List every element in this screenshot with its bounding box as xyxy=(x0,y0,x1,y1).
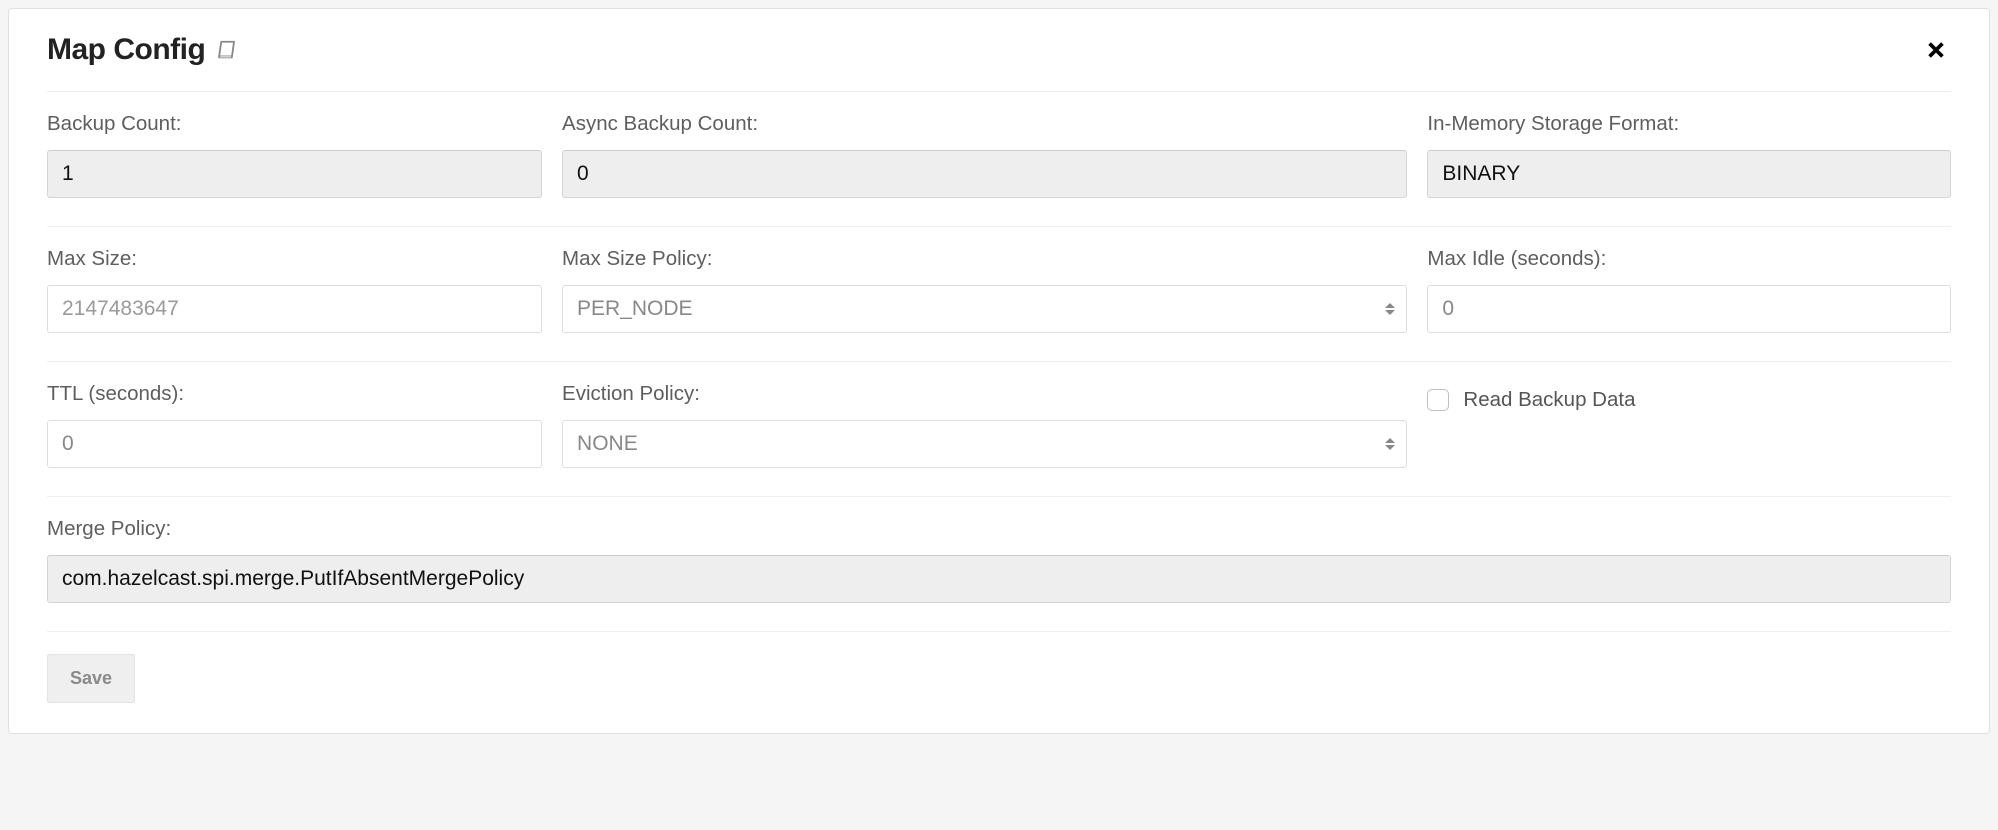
ttl-input[interactable] xyxy=(47,420,542,468)
title-wrap: Map Config xyxy=(47,33,239,67)
max-size-policy-col: Max Size Policy: xyxy=(562,247,1407,333)
close-icon xyxy=(1925,39,1947,61)
max-size-input[interactable] xyxy=(47,285,542,333)
book-icon[interactable] xyxy=(217,39,239,61)
max-idle-input[interactable] xyxy=(1427,285,1951,333)
read-backup-wrap: Read Backup Data xyxy=(1427,382,1951,412)
read-backup-label: Read Backup Data xyxy=(1463,388,1635,412)
in-memory-format-col: In-Memory Storage Format: xyxy=(1427,112,1951,198)
map-config-panel: Map Config Backup Count: Async Backup Co… xyxy=(8,8,1990,734)
in-memory-format-field xyxy=(1427,150,1951,198)
max-idle-label: Max Idle (seconds): xyxy=(1427,247,1951,271)
backup-count-label: Backup Count: xyxy=(47,112,542,136)
async-backup-count-col: Async Backup Count: xyxy=(562,112,1407,198)
form-row-1: Backup Count: Async Backup Count: In-Mem… xyxy=(47,92,1951,227)
max-size-policy-select-wrap xyxy=(562,285,1407,333)
eviction-policy-label: Eviction Policy: xyxy=(562,382,1407,406)
merge-policy-field xyxy=(47,555,1951,603)
ttl-label: TTL (seconds): xyxy=(47,382,542,406)
max-size-policy-label: Max Size Policy: xyxy=(562,247,1407,271)
in-memory-format-label: In-Memory Storage Format: xyxy=(1427,112,1951,136)
max-size-label: Max Size: xyxy=(47,247,542,271)
eviction-policy-col: Eviction Policy: xyxy=(562,382,1407,468)
eviction-policy-select-wrap xyxy=(562,420,1407,468)
form-row-4: Merge Policy: xyxy=(47,497,1951,632)
async-backup-count-field xyxy=(562,150,1407,198)
ttl-col: TTL (seconds): xyxy=(47,382,542,468)
save-button[interactable]: Save xyxy=(47,654,135,703)
backup-count-field xyxy=(47,150,542,198)
actions-row: Save xyxy=(47,632,1951,703)
read-backup-col: Read Backup Data xyxy=(1427,382,1951,468)
max-idle-col: Max Idle (seconds): xyxy=(1427,247,1951,333)
close-button[interactable] xyxy=(1921,35,1951,65)
read-backup-checkbox[interactable] xyxy=(1427,389,1449,411)
panel-header: Map Config xyxy=(47,33,1951,92)
merge-policy-label: Merge Policy: xyxy=(47,517,1951,541)
max-size-col: Max Size: xyxy=(47,247,542,333)
merge-policy-col: Merge Policy: xyxy=(47,517,1951,603)
form-row-3: TTL (seconds): Eviction Policy: Read Bac… xyxy=(47,362,1951,497)
backup-count-col: Backup Count: xyxy=(47,112,542,198)
async-backup-count-label: Async Backup Count: xyxy=(562,112,1407,136)
max-size-policy-select[interactable] xyxy=(562,285,1407,333)
panel-title: Map Config xyxy=(47,33,205,67)
form-row-2: Max Size: Max Size Policy: Max Idle (sec… xyxy=(47,227,1951,362)
eviction-policy-select[interactable] xyxy=(562,420,1407,468)
